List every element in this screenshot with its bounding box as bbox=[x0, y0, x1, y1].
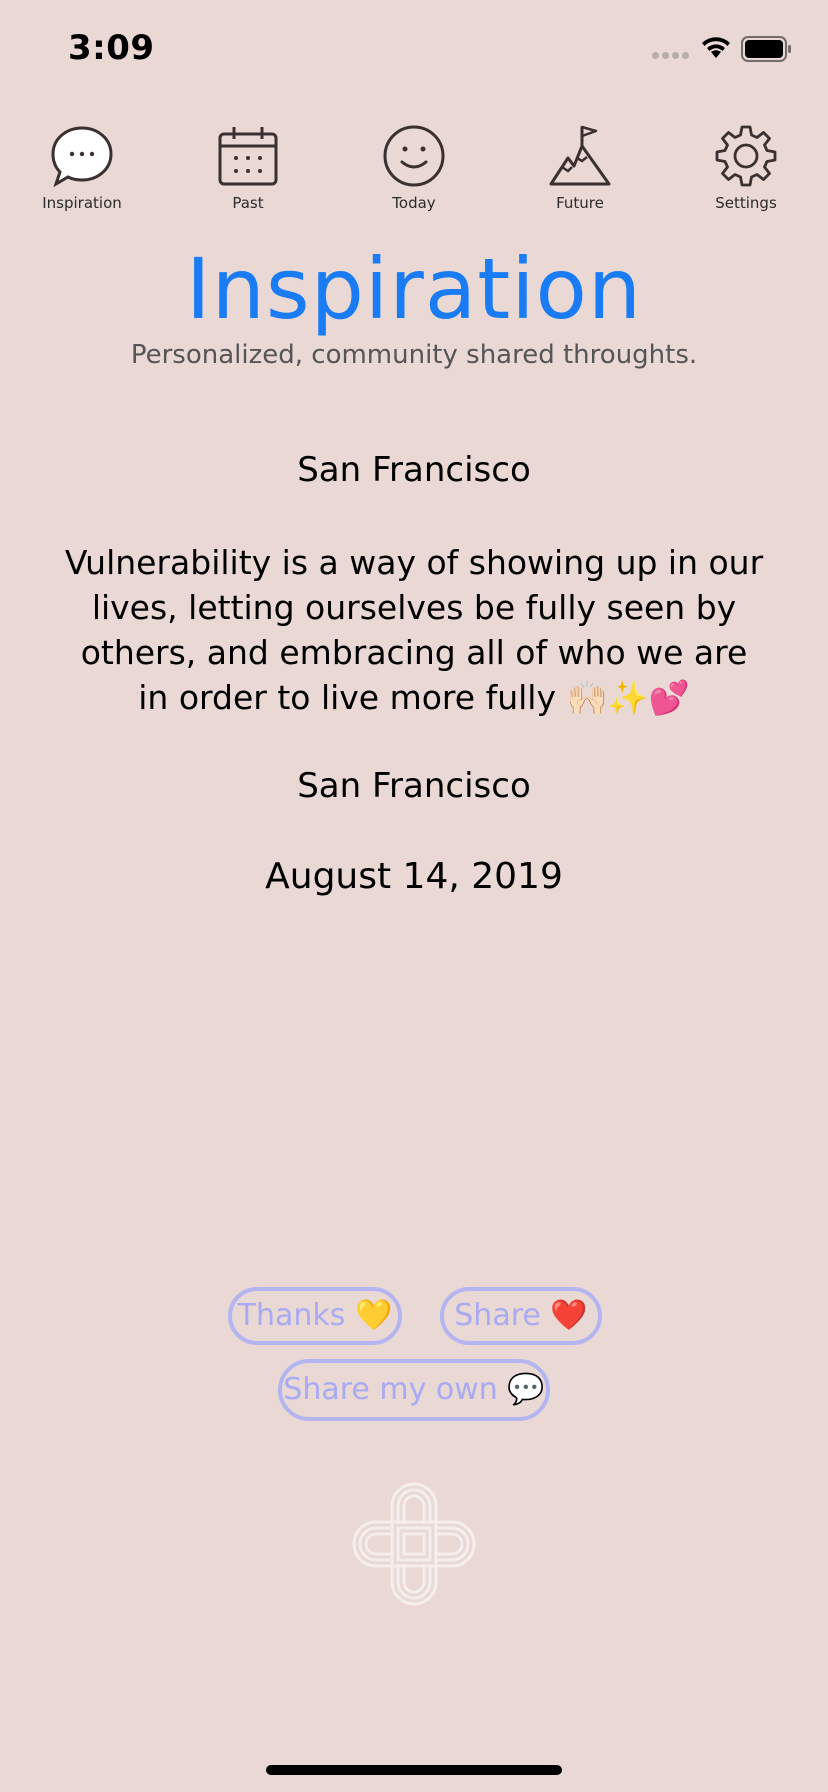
share-my-own-button[interactable]: Share my own 💬 bbox=[278, 1359, 550, 1421]
battery-icon bbox=[741, 36, 791, 62]
nav-item-settings[interactable]: Settings bbox=[681, 124, 811, 212]
page-title: Inspiration bbox=[185, 240, 643, 338]
gear-icon bbox=[715, 125, 777, 187]
nav-label-future: Future bbox=[556, 194, 604, 212]
nav-label-past: Past bbox=[232, 194, 264, 212]
mountain-flag-icon bbox=[549, 125, 611, 186]
status-time: 3:09 bbox=[68, 28, 155, 68]
signal-dots-icon bbox=[652, 52, 689, 59]
thanks-button[interactable]: Thanks 💛 bbox=[228, 1287, 402, 1345]
nav-item-past[interactable]: Past bbox=[183, 124, 313, 212]
nav-item-future[interactable]: Future bbox=[515, 124, 645, 212]
smiley-icon bbox=[383, 125, 445, 187]
chat-bubble-icon bbox=[51, 126, 113, 188]
top-nav: Inspiration Past Today Future Settings bbox=[0, 124, 828, 224]
share-button[interactable]: Share ❤️ bbox=[440, 1287, 602, 1345]
calendar-icon bbox=[218, 127, 278, 186]
nav-label-today: Today bbox=[392, 194, 436, 212]
page-subtitle: Personalized, community shared throughts… bbox=[130, 340, 698, 370]
post-date: August 14, 2019 bbox=[265, 856, 563, 897]
status-bar: 3:09 bbox=[0, 0, 828, 100]
nav-item-inspiration[interactable]: Inspiration bbox=[17, 124, 147, 212]
post-location-top: San Francisco bbox=[297, 450, 531, 490]
home-indicator[interactable] bbox=[266, 1765, 562, 1775]
nav-label-settings: Settings bbox=[715, 194, 777, 212]
wifi-icon bbox=[702, 37, 730, 58]
interlaced-knot-logo-icon bbox=[352, 1482, 476, 1606]
post-quote: Vulnerability is a way of showing up in … bbox=[64, 543, 764, 717]
post-location-bottom: San Francisco bbox=[297, 766, 531, 806]
nav-label-inspiration: Inspiration bbox=[42, 194, 122, 212]
nav-item-today[interactable]: Today bbox=[349, 124, 479, 212]
